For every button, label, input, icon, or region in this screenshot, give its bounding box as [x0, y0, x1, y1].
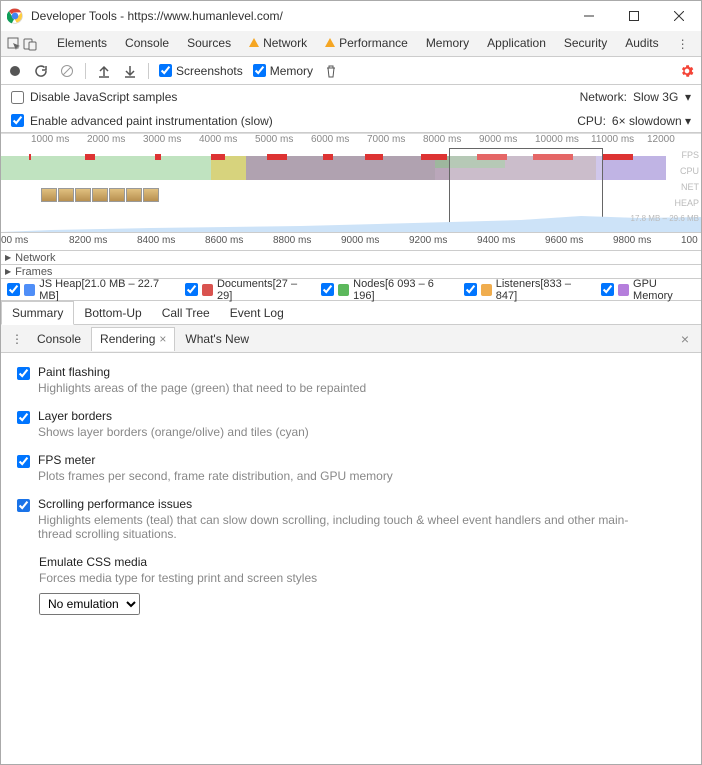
emulate-css-title: Emulate CSS media: [39, 555, 685, 569]
memory-chip[interactable]: Listeners[833 – 847]: [464, 278, 589, 302]
tab-console[interactable]: Console: [117, 31, 177, 57]
fps-meter-checkbox[interactable]: [17, 455, 30, 468]
tab-elements[interactable]: Elements: [49, 31, 115, 57]
subtab-call-tree[interactable]: Call Tree: [152, 302, 220, 324]
screenshots-checkbox[interactable]: Screenshots: [159, 64, 243, 78]
load-profile-icon[interactable]: [96, 63, 112, 79]
enable-paint-checkbox[interactable]: Enable advanced paint instrumentation (s…: [11, 114, 273, 128]
tab-audits[interactable]: Audits: [617, 31, 666, 57]
subtab-bottom-up[interactable]: Bottom-Up: [74, 302, 151, 324]
settings-gear-icon[interactable]: [679, 63, 695, 79]
memory-chip[interactable]: JS Heap[21.0 MB – 22.7 MB]: [7, 278, 173, 302]
tab-performance[interactable]: Performance: [317, 31, 416, 57]
tab-security[interactable]: Security: [556, 31, 615, 57]
memory-chip[interactable]: Documents[27 – 29]: [185, 278, 309, 302]
save-profile-icon[interactable]: [122, 63, 138, 79]
tab-memory[interactable]: Memory: [418, 31, 477, 57]
window-title: Developer Tools - https://www.humanlevel…: [31, 9, 566, 23]
cpu-throttle-select[interactable]: 6× slowdown ▾: [612, 114, 691, 128]
label-net: NET: [631, 182, 699, 192]
gc-icon[interactable]: [323, 63, 339, 79]
cpu-label: CPU:: [577, 114, 606, 128]
memory-checkbox[interactable]: Memory: [253, 64, 313, 78]
subtab-event-log[interactable]: Event Log: [220, 302, 294, 324]
timeline-overview[interactable]: 1000 ms2000 ms3000 ms4000 ms5000 ms6000 …: [1, 133, 701, 233]
chrome-icon: [7, 8, 23, 24]
inspect-icon[interactable]: [7, 33, 21, 55]
main-tabbar: Elements Console Sources Network Perform…: [1, 31, 701, 57]
close-button[interactable]: [656, 1, 701, 31]
tab-close-icon[interactable]: ×: [159, 327, 166, 351]
label-cpu: CPU: [631, 166, 699, 176]
scrolling-perf-checkbox[interactable]: [17, 499, 30, 512]
network-row[interactable]: ▶Network: [1, 251, 701, 265]
scrolling-perf-title: Scrolling performance issues: [38, 497, 658, 511]
network-label: Network:: [580, 90, 627, 104]
clear-icon[interactable]: [59, 63, 75, 79]
tab-application[interactable]: Application: [479, 31, 554, 57]
heap-range: 17.8 MB – 29.6 MB: [631, 214, 699, 223]
reload-icon[interactable]: [33, 63, 49, 79]
scrolling-perf-desc: Highlights elements (teal) that can slow…: [38, 513, 658, 541]
memory-chips: JS Heap[21.0 MB – 22.7 MB] Documents[27 –…: [1, 279, 701, 301]
timeline-ruler[interactable]: 00 ms8200 ms8400 ms8600 ms8800 ms9000 ms…: [1, 233, 701, 251]
disable-js-checkbox[interactable]: Disable JavaScript samples: [11, 90, 177, 104]
details-subtabs: Summary Bottom-Up Call Tree Event Log: [1, 301, 701, 325]
minimize-button[interactable]: [566, 1, 611, 31]
label-fps: FPS: [631, 150, 699, 160]
screenshot-strip: [41, 188, 159, 206]
layer-borders-title: Layer borders: [38, 409, 309, 423]
layer-borders-checkbox[interactable]: [17, 411, 30, 424]
device-icon[interactable]: [23, 33, 37, 55]
paint-flashing-checkbox[interactable]: [17, 367, 30, 380]
drawer-tab-console[interactable]: Console: [29, 327, 89, 351]
subtab-summary[interactable]: Summary: [1, 301, 74, 325]
drawer-menu-icon[interactable]: ⋮: [7, 332, 27, 346]
record-icon[interactable]: [7, 63, 23, 79]
fps-meter-desc: Plots frames per second, frame rate dist…: [38, 469, 393, 483]
maximize-button[interactable]: [611, 1, 656, 31]
tab-network[interactable]: Network: [241, 31, 315, 57]
paint-flashing-desc: Highlights areas of the page (green) tha…: [38, 381, 366, 395]
perf-toolbar: Screenshots Memory: [1, 57, 701, 85]
drawer-tab-whats-new[interactable]: What's New: [177, 327, 257, 351]
rendering-panel: Paint flashing Highlights areas of the pa…: [1, 353, 701, 627]
window-titlebar: Developer Tools - https://www.humanlevel…: [1, 1, 701, 31]
option-enable-paint: Enable advanced paint instrumentation (s…: [1, 109, 701, 133]
network-throttle-select[interactable]: Slow 3G ▾: [633, 90, 691, 104]
drawer-tab-rendering[interactable]: Rendering×: [91, 327, 175, 351]
tab-sources[interactable]: Sources: [179, 31, 239, 57]
emulate-css-desc: Forces media type for testing print and …: [39, 571, 685, 585]
drawer-tabbar: ⋮ Console Rendering× What's New ×: [1, 325, 701, 353]
paint-flashing-title: Paint flashing: [38, 365, 366, 379]
emulate-css-select[interactable]: No emulation: [39, 593, 140, 615]
memory-chip[interactable]: GPU Memory: [601, 278, 695, 302]
drawer-close-icon[interactable]: ×: [675, 331, 695, 347]
memory-chip[interactable]: Nodes[6 093 – 6 196]: [321, 278, 452, 302]
overflow-menu-icon[interactable]: ⋮: [669, 37, 697, 51]
option-disable-js: Disable JavaScript samples Network: Slow…: [1, 85, 701, 109]
fps-meter-title: FPS meter: [38, 453, 393, 467]
layer-borders-desc: Shows layer borders (orange/olive) and t…: [38, 425, 309, 439]
label-heap: HEAP: [631, 198, 699, 208]
